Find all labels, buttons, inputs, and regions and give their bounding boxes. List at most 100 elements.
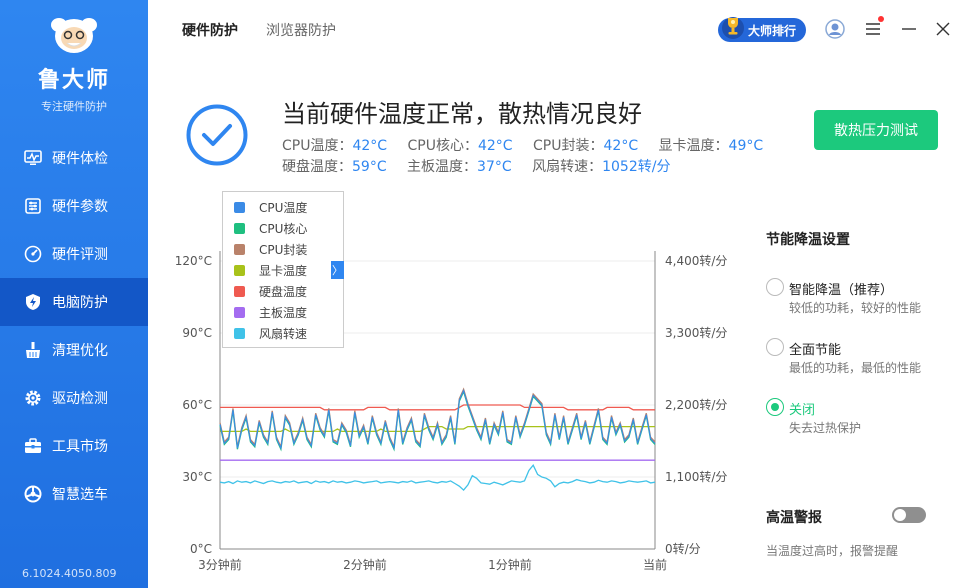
sidebar-item-label: 驱动检测 <box>52 391 108 407</box>
cooling-settings-title: 节能降温设置 <box>766 232 850 248</box>
sidebar-item-driver-check[interactable]: 驱动检测 <box>0 374 148 422</box>
tab-browser-protection[interactable]: 浏览器防护 <box>266 20 336 40</box>
reading-label: CPU温度： <box>282 138 353 154</box>
high-temp-alarm-desc: 当温度过高时，报警提醒 <box>766 544 899 558</box>
legend-item[interactable]: CPU核心 <box>223 218 343 239</box>
sliders-icon <box>24 197 42 215</box>
status-title: 当前硬件温度正常，散热情况良好 <box>282 100 642 128</box>
user-avatar-button[interactable] <box>824 18 846 40</box>
y-right-tick-label: 0转/分 <box>665 541 701 556</box>
reading-disk-temp: 硬盘温度：59°C <box>282 159 387 175</box>
legend-swatch <box>234 307 245 318</box>
cooling-stress-test-button[interactable]: 散热压力测试 <box>814 110 938 150</box>
tab-hardware-protection[interactable]: 硬件防护 <box>182 20 238 40</box>
sidebar-nav: 硬件体检 硬件参数 硬件评测 电脑防护 清理优化 驱动检测 工具市场 智慧选车 <box>0 134 148 518</box>
legend-label: 主板温度 <box>259 306 308 320</box>
logo: 鲁大师 专注硬件防护 <box>0 12 148 114</box>
x-tick-label: 3分钟前 <box>198 557 242 572</box>
radio-full-power-saving[interactable] <box>766 338 784 356</box>
y-right-tick-label: 4,400转/分 <box>665 253 727 268</box>
reading-label: CPU封装： <box>533 138 604 154</box>
radio-smart-cooling[interactable] <box>766 278 784 296</box>
y-left-tick-label: 90°C <box>182 326 212 340</box>
legend-swatch <box>234 223 245 234</box>
option-label[interactable]: 关闭 <box>789 399 815 418</box>
legend-item[interactable]: CPU封装 <box>223 239 343 260</box>
sidebar-item-smart-car[interactable]: 智慧选车 <box>0 470 148 518</box>
legend-label: CPU温度 <box>259 201 308 215</box>
legend-collapse-button[interactable]: 〉 <box>331 261 344 279</box>
reading-label: CPU核心： <box>407 138 478 154</box>
reading-value: 42°C <box>603 138 639 154</box>
option-desc: 失去过热保护 <box>789 421 862 435</box>
option-label[interactable]: 智能降温（推荐） <box>789 279 893 298</box>
legend-label: 风扇转速 <box>259 327 308 341</box>
legend-label: 硬盘温度 <box>259 285 308 299</box>
sidebar-item-label: 清理优化 <box>52 343 108 359</box>
master-rank-button[interactable]: 大师排行 <box>718 17 806 42</box>
y-left-tick-label: 30°C <box>182 470 212 484</box>
x-tick-label: 2分钟前 <box>343 557 387 572</box>
legend-swatch <box>234 202 245 213</box>
reading-fan-speed: 风扇转速：1052转/分 <box>532 159 670 175</box>
legend-item[interactable]: CPU温度 <box>223 197 343 218</box>
sidebar-item-pc-protection[interactable]: 电脑防护 <box>0 278 148 326</box>
readings-row: 硬盘温度：59°C 主板温度：37°C 风扇转速：1052转/分 <box>282 157 779 178</box>
rank-label: 大师排行 <box>748 23 797 38</box>
trophy-medal-icon <box>722 17 744 39</box>
sidebar-item-label: 电脑防护 <box>52 295 108 311</box>
sidebar-item-label: 硬件体检 <box>52 151 108 167</box>
series-line-disk-temp <box>220 404 655 411</box>
sidebar-item-tool-market[interactable]: 工具市场 <box>0 422 148 470</box>
y-left-tick-label: 120°C <box>175 254 212 268</box>
legend-item[interactable]: 风扇转速 <box>223 323 343 344</box>
option-label[interactable]: 全面节能 <box>789 339 841 358</box>
option-desc: 最低的功耗，最低的性能 <box>789 361 922 375</box>
reading-board-temp: 主板温度：37°C <box>407 159 512 175</box>
status-ok-check-icon <box>186 104 248 166</box>
reading-label: 风扇转速： <box>532 159 603 175</box>
readings-row: CPU温度： 42°C CPU核心：42°C CPU封装：42°C 显卡温度：49… <box>282 136 779 157</box>
user-avatar-icon <box>825 19 845 39</box>
reading-cpu-package: CPU封装：42°C <box>533 138 638 154</box>
sidebar-item-hardware-params[interactable]: 硬件参数 <box>0 182 148 230</box>
notification-dot <box>878 16 884 22</box>
reading-value: 49°C <box>728 138 764 154</box>
y-left-tick-label: 60°C <box>182 398 212 412</box>
x-tick-label: 当前 <box>643 557 667 572</box>
sidebar-item-label: 硬件评测 <box>52 247 108 263</box>
high-temp-alarm-title: 高温警报 <box>766 510 822 526</box>
legend-item[interactable]: 硬盘温度 <box>223 281 343 302</box>
legend-swatch <box>234 286 245 297</box>
reading-gpu-temp: 显卡温度：49°C <box>659 138 764 154</box>
sidebar-item-hardware-benchmark[interactable]: 硬件评测 <box>0 230 148 278</box>
legend-item[interactable]: 显卡温度 <box>223 260 343 281</box>
reading-label: 硬盘温度： <box>282 159 352 175</box>
high-temp-alarm-toggle[interactable] <box>892 507 926 523</box>
minimize-icon <box>902 28 916 30</box>
legend-swatch <box>234 265 245 276</box>
reading-value: 1052转/分 <box>602 159 671 175</box>
sidebar-item-cleanup[interactable]: 清理优化 <box>0 326 148 374</box>
y-right-tick-label: 1,100转/分 <box>665 469 727 484</box>
series-line-fan-speed <box>219 463 656 492</box>
broom-icon <box>24 341 42 359</box>
radio-off[interactable] <box>766 398 784 416</box>
legend-swatch <box>234 244 245 255</box>
option-desc: 较低的功耗，较好的性能 <box>789 301 922 315</box>
legend-label: CPU核心 <box>259 222 308 236</box>
reading-cpu-core: CPU核心：42°C <box>408 138 513 154</box>
legend-item[interactable]: 主板温度 <box>223 302 343 323</box>
close-button[interactable] <box>932 18 954 40</box>
app-tagline: 专注硬件防护 <box>41 100 107 113</box>
minimize-button[interactable] <box>898 18 920 40</box>
reading-value: 59°C <box>352 159 387 175</box>
tab-bar: 硬件防护 浏览器防护 <box>182 20 336 40</box>
temperature-readings: CPU温度： 42°C CPU核心：42°C CPU封装：42°C 显卡温度：49… <box>282 136 779 178</box>
sidebar-item-label: 智慧选车 <box>52 487 108 503</box>
menu-button[interactable] <box>862 16 884 40</box>
sidebar-item-hardware-check[interactable]: 硬件体检 <box>0 134 148 182</box>
app-window: 鲁大师 专注硬件防护 硬件体检 硬件参数 硬件评测 电脑防护 清理优化 驱动检测… <box>0 0 966 588</box>
y-right-tick-label: 2,200转/分 <box>665 397 727 412</box>
version-label: 6.1024.4050.809 <box>22 567 117 580</box>
